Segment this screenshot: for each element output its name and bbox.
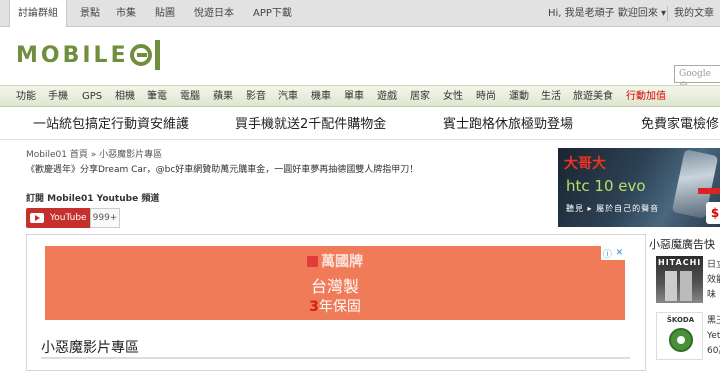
tab-attractions[interactable]: 景點 bbox=[80, 0, 100, 27]
user-greeting-menu[interactable]: Hi, 我是老頑子 歡迎回來 ▾ bbox=[548, 0, 666, 27]
promo-link[interactable]: 買手機就送2千配件購物金 bbox=[235, 116, 386, 134]
site-header: MOBILE Google 自 bbox=[0, 27, 720, 92]
category-item[interactable]: 居家 bbox=[410, 86, 430, 108]
category-item[interactable]: GPS bbox=[82, 86, 102, 108]
price-bar bbox=[698, 188, 720, 194]
divider bbox=[41, 357, 630, 359]
category-item[interactable]: 生活 bbox=[541, 86, 561, 108]
logo-one-mark bbox=[154, 40, 160, 70]
tab-forum[interactable]: 討論群組 bbox=[9, 0, 67, 27]
category-item[interactable]: 時尚 bbox=[476, 86, 496, 108]
promo-link[interactable]: 免費家電檢修 bbox=[641, 116, 719, 134]
category-item-mobile-value[interactable]: 行動加值 bbox=[626, 86, 666, 108]
divider bbox=[667, 6, 668, 21]
category-item[interactable]: 手機 bbox=[48, 86, 68, 108]
announcement-text[interactable]: 《歡慶週年》分享Dream Car，@bc好車網贊助萬元購車金，一圓好車夢再抽德… bbox=[26, 162, 418, 175]
brand-logo: 大哥大 bbox=[564, 156, 606, 172]
tab-market[interactable]: 市集 bbox=[116, 0, 136, 27]
ad-brand: 萬國牌 bbox=[45, 251, 625, 271]
tab-japan-travel[interactable]: 悅遊日本 bbox=[194, 0, 234, 27]
category-bar: 功能 手機 GPS 相機 筆電 電腦 蘋果 影音 汽車 機車 單車 遊戲 居家 … bbox=[0, 85, 720, 107]
category-item[interactable]: 旅遊美食 bbox=[573, 86, 613, 108]
category-item[interactable]: 機車 bbox=[311, 86, 331, 108]
hitachi-ad-thumbnail[interactable]: HITACHI bbox=[656, 256, 703, 303]
ad-warranty: 3年保固 bbox=[309, 299, 361, 315]
category-item[interactable]: 筆電 bbox=[147, 86, 167, 108]
category-item[interactable]: 蘋果 bbox=[213, 86, 233, 108]
skoda-logo-icon bbox=[669, 328, 693, 352]
brand-mark-icon bbox=[307, 256, 318, 267]
google-search-input[interactable]: Google 自 bbox=[674, 65, 720, 92]
htc-model-name: htc 10 evo bbox=[566, 177, 646, 195]
sidebar-item-text[interactable]: 黑王 Yet 60萬 bbox=[707, 314, 720, 359]
youtube-icon bbox=[30, 213, 44, 223]
category-item[interactable]: 功能 bbox=[16, 86, 36, 108]
category-item[interactable]: 運動 bbox=[509, 86, 529, 108]
hitachi-logo: HITACHI bbox=[658, 258, 702, 267]
logo-zero-mark bbox=[129, 44, 152, 66]
category-item[interactable]: 汽車 bbox=[278, 86, 298, 108]
promo-link[interactable]: 一站統包搞定行動資安維護 bbox=[33, 116, 189, 134]
category-item[interactable]: 女性 bbox=[443, 86, 463, 108]
divider bbox=[0, 139, 720, 140]
promo-link[interactable]: 賓士跑格休旅極勁登場 bbox=[443, 116, 573, 134]
skoda-ad-thumbnail[interactable]: ŠKODA bbox=[656, 312, 703, 360]
tab-stickers[interactable]: 貼圖 bbox=[155, 0, 175, 27]
ad-tagline: 聽見 ▸ 屬於自己的聲音 bbox=[566, 204, 660, 213]
my-articles-link[interactable]: 我的文章 bbox=[674, 0, 714, 27]
section-title: 小惡魔影片專區 bbox=[41, 340, 139, 356]
top-navigation-bar: 討論群組 景點 市集 貼圖 悅遊日本 APP下載 Hi, 我是老頑子 歡迎回來 … bbox=[0, 0, 720, 27]
youtube-button-label: YouTube bbox=[50, 213, 87, 223]
sidebar-item-text[interactable]: 日立 效能 味 bbox=[707, 258, 720, 303]
category-item[interactable]: 單車 bbox=[344, 86, 364, 108]
category-item[interactable]: 影音 bbox=[246, 86, 266, 108]
price-symbol: $ bbox=[706, 202, 720, 224]
banner-ad[interactable]: ⓘ ✕ 萬國牌 台灣製 3年保固 bbox=[45, 246, 625, 320]
subscribe-title: 訂閱 Mobile01 Youtube 頻道 bbox=[26, 194, 160, 204]
category-item[interactable]: 相機 bbox=[115, 86, 135, 108]
subscriber-count: 999+ bbox=[90, 208, 120, 228]
breadcrumb[interactable]: Mobile01 首頁 » 小惡魔影片專區 bbox=[26, 147, 162, 160]
product-image bbox=[680, 271, 692, 301]
category-item[interactable]: 遊戲 bbox=[377, 86, 397, 108]
sidebar-title: 小惡魔廣告快 bbox=[649, 238, 715, 251]
mobile01-logo[interactable]: MOBILE bbox=[16, 40, 160, 70]
tab-app-download[interactable]: APP下載 bbox=[253, 0, 292, 27]
youtube-subscribe-button[interactable]: YouTube bbox=[26, 208, 90, 228]
logo-text: MOBILE bbox=[16, 42, 129, 68]
category-item[interactable]: 電腦 bbox=[180, 86, 200, 108]
product-image bbox=[665, 271, 677, 301]
htc-ad-banner[interactable]: 大哥大 htc 10 evo 聽見 ▸ 屬於自己的聲音 $ bbox=[558, 148, 720, 227]
ad-made-in-taiwan: 台灣製 bbox=[310, 277, 359, 296]
skoda-logo-text: ŠKODA bbox=[666, 316, 695, 324]
